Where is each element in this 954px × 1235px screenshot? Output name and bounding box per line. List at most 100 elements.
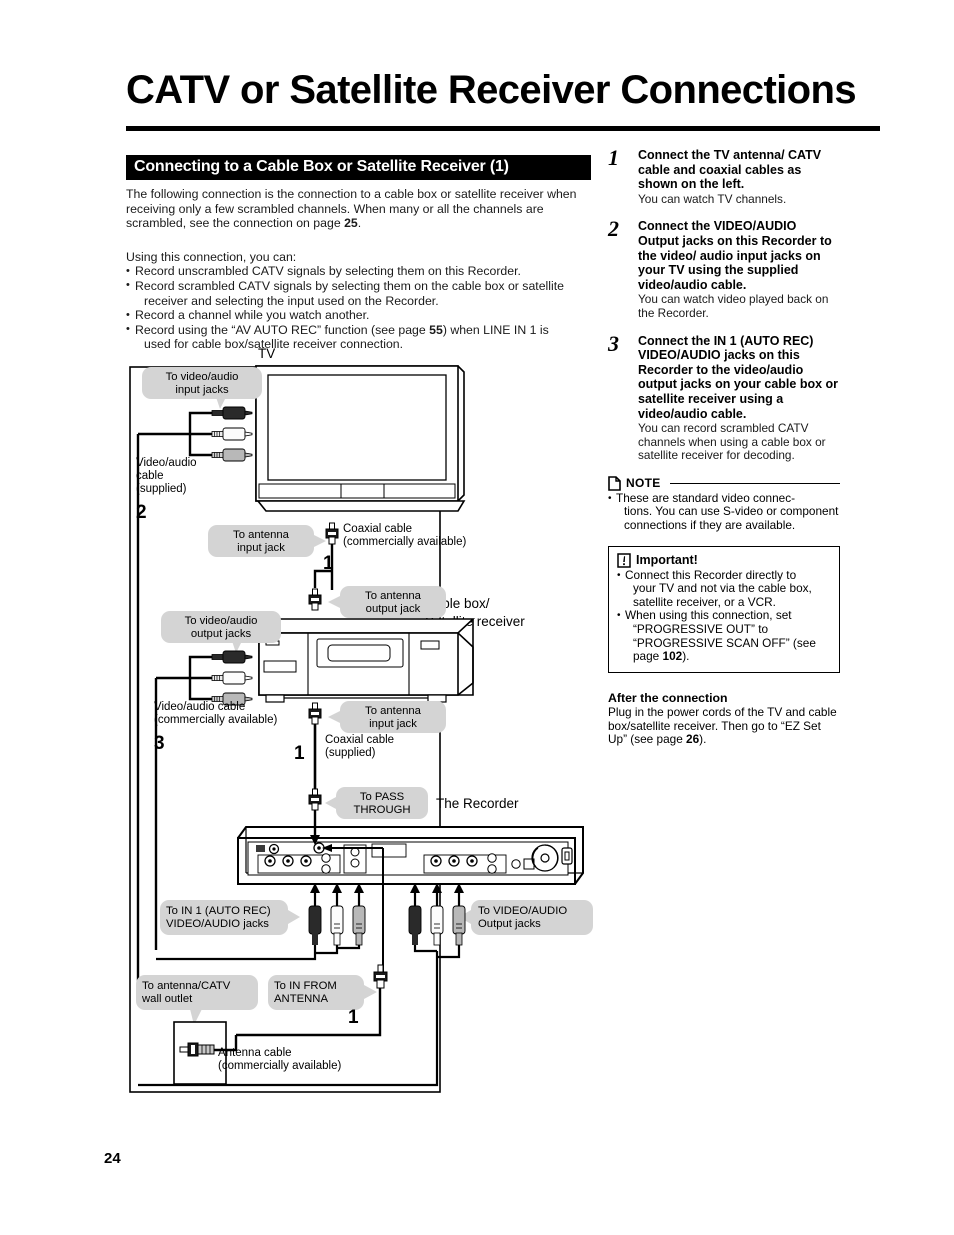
important-text-cont: your TV and not via the cable box, satel… xyxy=(633,581,812,609)
callout-line-1: To antenna/CATV xyxy=(142,980,231,992)
tv-cable-label-2: cable xyxy=(136,470,164,482)
callout-line-2: input jack xyxy=(237,542,285,554)
step-subtext: You can watch video played back on the R… xyxy=(638,292,829,320)
in1-plugs xyxy=(308,905,366,946)
callout-box-antenna-input: To antenna input jack xyxy=(328,701,446,733)
callout-line-1: To VIDEO/AUDIO xyxy=(478,905,567,917)
box-coax-label-2: (supplied) xyxy=(325,747,376,759)
output-plugs xyxy=(408,905,466,946)
tv-cable-label-1: Video/audio xyxy=(136,457,197,469)
connection-diagram: TV To video/audio input jacks Video/audi… xyxy=(128,345,598,1105)
page-title: CATV or Satellite Receiver Connections xyxy=(126,68,857,112)
title-divider xyxy=(126,126,880,131)
important-text-cont: “PROGRESSIVE OUT” to “PROGRESSIVE SCAN O… xyxy=(633,622,816,664)
after-body: Plug in the power cords of the TV and ca… xyxy=(608,704,840,747)
recorder-label: The Recorder xyxy=(436,796,519,811)
callout-line-2: ANTENNA xyxy=(274,993,328,1005)
callout-line-1: To video/audio xyxy=(166,371,239,383)
step-number: 1 xyxy=(608,145,619,170)
callout-line-1: To PASS xyxy=(360,791,405,803)
box-rca-plugs xyxy=(211,650,253,706)
step-number: 2 xyxy=(608,216,619,242)
recorder-output-jacks xyxy=(423,853,507,874)
note-body: These are standard video connec-tions. Y… xyxy=(608,490,840,533)
after-text-post: ). xyxy=(699,732,707,747)
important-text: Connect this Recorder directly to xyxy=(625,567,797,582)
recorder-in1-jacks xyxy=(257,853,341,874)
in-from-antenna-connector xyxy=(373,964,388,989)
step-heading: Connect the TV antenna/ CATV cable and c… xyxy=(638,148,822,192)
step-2: 2 Connect the VIDEO/AUDIO Output jacks o… xyxy=(608,216,840,320)
important-header: Important! xyxy=(617,552,831,568)
antenna-cable-label-1: Antenna cable xyxy=(218,1047,292,1059)
callout-wall-outlet: To antenna/CATV wall outlet xyxy=(136,975,258,1025)
bullet-text: Record scrambled CATV signals by selecti… xyxy=(135,278,565,293)
step-marker-3: 3 xyxy=(154,733,165,754)
callout-tv-antenna-input: To antenna input jack xyxy=(208,525,326,557)
important-label: Important! xyxy=(636,553,698,568)
callout-line-2: THROUGH xyxy=(353,804,410,816)
callout-line-2: input jacks xyxy=(175,384,229,396)
after-heading: After the connection xyxy=(608,690,728,705)
list-item: When using this connection, set“PROGRESS… xyxy=(617,609,831,663)
list-item: Connect this Recorder directly toyour TV… xyxy=(617,567,831,610)
bullet-text: Record using the “AV AUTO REC” function … xyxy=(135,322,430,337)
using-section: Using this connection, you can: Record u… xyxy=(126,250,591,352)
callout-line-2: wall outlet xyxy=(141,993,193,1005)
step-marker-1-bottom: 1 xyxy=(348,1007,359,1028)
step-subtext: You can record scrambled CATV channels w… xyxy=(638,421,826,463)
page-ref-26: 26 xyxy=(686,732,700,747)
antenna-cable-label-2: (commercially available) xyxy=(218,1060,342,1072)
intro-paragraph: The following connection is the connecti… xyxy=(126,187,591,231)
page-ref-102: 102 xyxy=(662,649,683,664)
callout-line-1: To video/audio xyxy=(185,615,258,627)
box-antenna-out-connector xyxy=(308,588,322,611)
important-body: Connect this Recorder directly toyour TV… xyxy=(617,567,831,664)
callout-tv-av-input: To video/audio input jacks xyxy=(142,367,262,409)
callout-line-1: To antenna xyxy=(365,590,422,602)
pass-through-connector xyxy=(308,788,322,811)
list-item: Record a channel while you watch another… xyxy=(126,308,591,323)
callout-line-1: To antenna xyxy=(365,705,422,717)
callout-line-2: Output jacks xyxy=(478,918,541,930)
left-column: Connecting to a Cable Box or Satellite R… xyxy=(126,155,591,352)
step-heading: Connect the IN 1 (AUTO REC) VIDEO/AUDIO … xyxy=(638,333,839,421)
bullet-text: Record a channel while you watch another… xyxy=(135,308,370,323)
important-text-post: ). xyxy=(682,649,690,664)
step-number: 3 xyxy=(608,330,619,356)
page-number: 24 xyxy=(104,1150,121,1167)
after-text: Plug in the power cords of the TV and ca… xyxy=(608,704,837,747)
important-box: Important! Connect this Recorder directl… xyxy=(608,545,840,673)
section-heading: Connecting to a Cable Box or Satellite R… xyxy=(126,155,591,180)
note-rule xyxy=(669,482,840,485)
exclamation-icon xyxy=(617,552,631,568)
bullet-text: Record unscrambled CATV signals by selec… xyxy=(135,264,521,279)
bullet-text-post: ) when LINE IN 1 is xyxy=(442,322,549,337)
note-text: These are standard video connec- xyxy=(616,490,796,505)
callout-box-antenna-output: To antenna output jack xyxy=(328,586,446,618)
page-ref-55: 55 xyxy=(429,322,443,337)
list-item: These are standard video connec-tions. Y… xyxy=(608,490,840,533)
note-header: NOTE xyxy=(608,476,840,491)
tv-coax-connector xyxy=(325,522,339,545)
note-label: NOTE xyxy=(626,476,661,491)
callout-line-1: To IN 1 (AUTO REC) xyxy=(166,905,271,917)
callout-line-2: output jack xyxy=(366,603,421,615)
note-block: NOTE These are standard video connec-tio… xyxy=(608,476,840,533)
step-marker-1-mid: 1 xyxy=(294,743,305,764)
list-item: Record unscrambled CATV signals by selec… xyxy=(126,264,591,279)
right-column: 1 Connect the TV antenna/ CATV cable and… xyxy=(608,145,840,747)
step-1: 1 Connect the TV antenna/ CATV cable and… xyxy=(608,145,840,206)
tv-coax-label-1: Coaxial cable xyxy=(343,523,412,535)
callout-line-1: To IN FROM xyxy=(274,980,337,992)
callout-recorder-in1: To IN 1 (AUTO REC) VIDEO/AUDIO jacks xyxy=(160,900,300,935)
callout-pass-through: To PASS THROUGH xyxy=(325,787,428,819)
step-subtext: You can watch TV channels. xyxy=(638,191,787,206)
box-cable-label-1: Video/audio cable xyxy=(154,701,245,713)
callout-line-1: To antenna xyxy=(233,529,290,541)
document-icon xyxy=(608,476,621,491)
important-text: When using this connection, set xyxy=(625,608,792,623)
callout-recorder-output: To VIDEO/AUDIO Output jacks xyxy=(459,900,593,935)
tv-coax-label-2: (commercially available) xyxy=(343,536,467,548)
callout-line-2: VIDEO/AUDIO jacks xyxy=(166,918,269,930)
